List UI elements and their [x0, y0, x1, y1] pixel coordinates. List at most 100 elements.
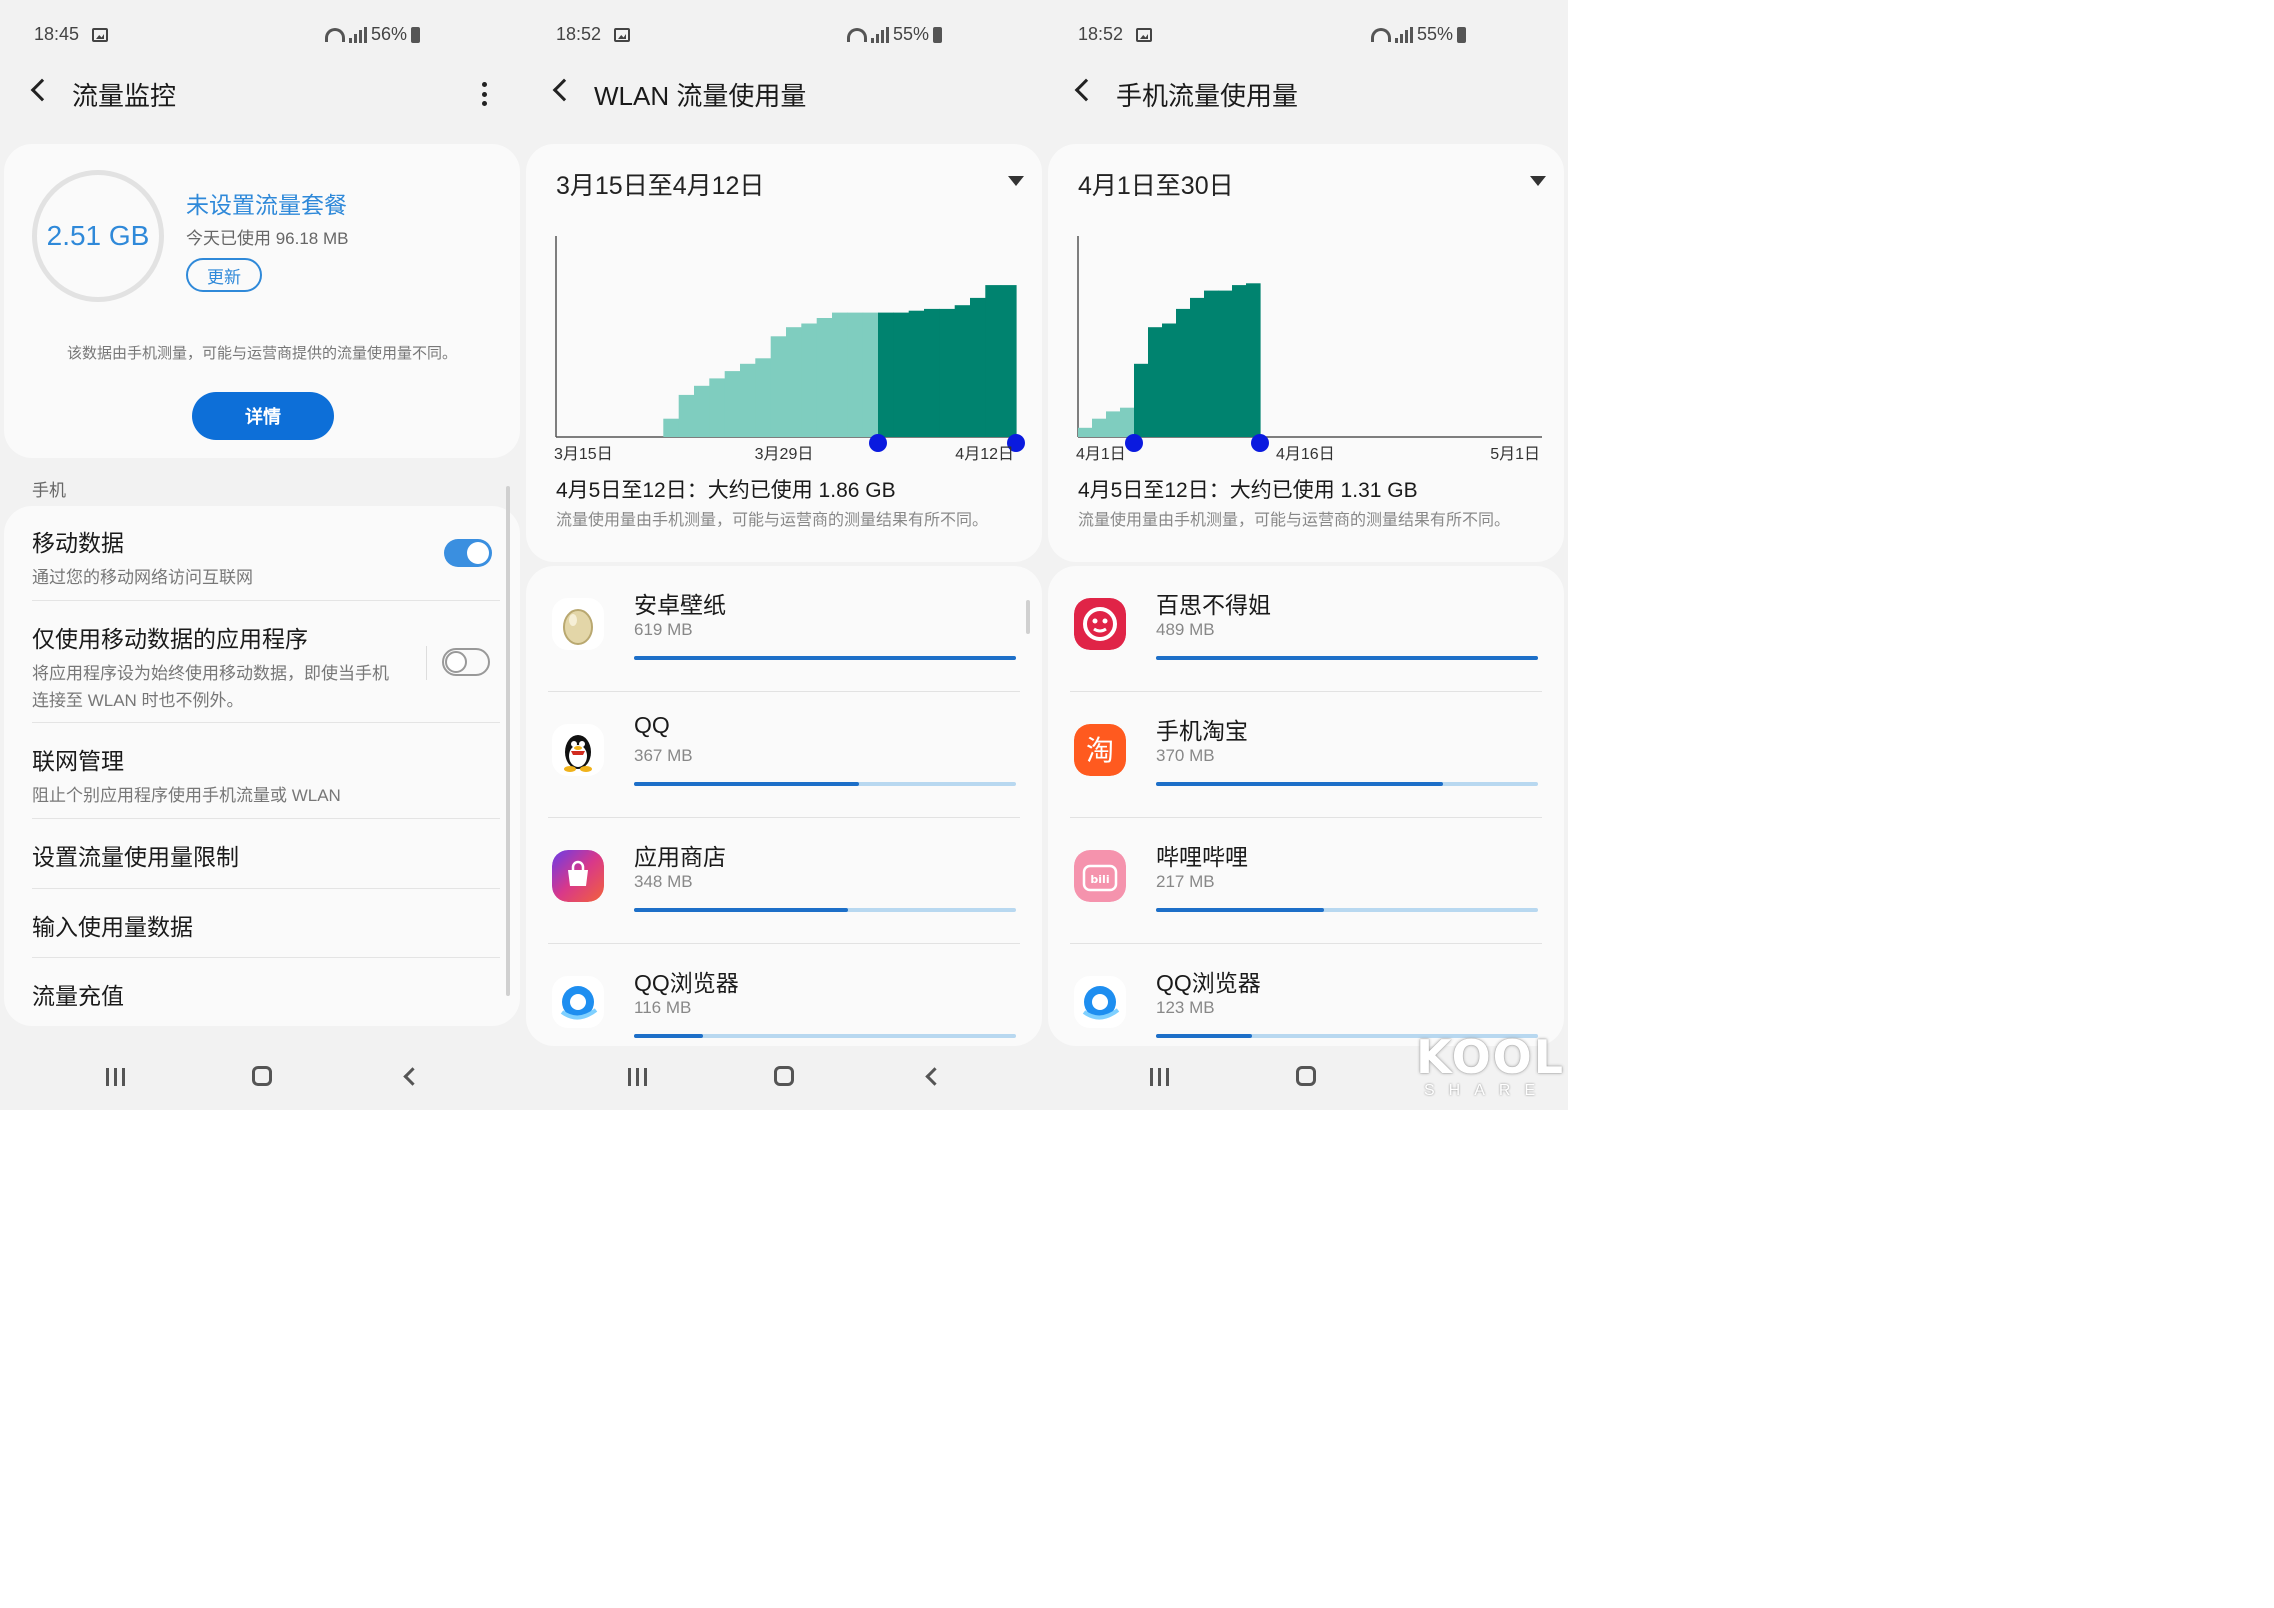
app-usage-list: 安卓壁纸 619 MB QQ 367 MB 应用商店 348 MB QQ浏览器 116 MB — [526, 566, 1042, 1046]
usage-step-bar — [1120, 407, 1135, 437]
back-icon[interactable] — [30, 78, 54, 102]
signal-icon — [870, 26, 889, 43]
data-plan-card: 2.51 GB 未设置流量套餐 今天已使用 96.18 MB 更新 该数据由手机… — [4, 144, 520, 458]
taobao-icon: 淘 — [1074, 724, 1126, 776]
usage-step-bar — [755, 358, 772, 437]
nav-back-icon[interactable] — [403, 1067, 422, 1086]
scrollbar[interactable] — [1026, 600, 1030, 634]
data-recharge-item[interactable]: 流量充值 — [32, 977, 500, 1011]
measurement-note: 该数据由手机测量，可能与运营商提供的流量使用量不同。 — [66, 345, 457, 362]
svg-text:bili: bili — [1090, 873, 1109, 886]
usage-step-bar — [878, 312, 894, 437]
usage-step-bar — [924, 308, 940, 437]
item-title: 移动数据 — [32, 530, 124, 556]
total-usage: 2.51 GB — [46, 220, 150, 251]
page-title: 流量监控 — [72, 81, 177, 111]
usage-chart-card: 4月1日至30日 4月1日 4月16日 5月1日 4月5日至12日：大约已使用 1.… — [1048, 144, 1564, 562]
usage-ring: 2.51 GB — [32, 170, 164, 302]
dropdown-arrow-icon[interactable] — [1008, 176, 1024, 186]
usage-step-bar — [939, 308, 956, 437]
baisi-icon — [1074, 598, 1126, 650]
usage-bar-fill — [634, 1034, 703, 1038]
x-tick-label: 4月1日 — [1076, 446, 1126, 463]
scrollbar[interactable] — [506, 486, 510, 996]
status-bar: 18:52 55% — [1044, 18, 1568, 54]
app-usage-row[interactable]: QQ浏览器 116 MB — [526, 944, 1042, 1046]
app-usage-row[interactable]: 淘 手机淘宝 370 MB — [1048, 692, 1564, 818]
back-icon[interactable] — [552, 78, 576, 102]
signal-icon — [348, 26, 367, 43]
usage-summary: 4月5日至12日：大约已使用 1.86 GB — [556, 479, 896, 502]
usage-step-bar — [770, 336, 787, 437]
range-handle[interactable] — [1251, 434, 1269, 452]
nav-back-icon[interactable] — [925, 1067, 944, 1086]
network-management-item[interactable]: 联网管理 阻止个别应用程序使用手机流量或 WLAN — [32, 742, 500, 809]
more-options-icon[interactable] — [482, 82, 488, 106]
wifi-icon — [1370, 27, 1391, 42]
usage-chart: 4月1日 4月16日 5月1日 — [1076, 236, 1542, 463]
battery-icon — [933, 26, 942, 43]
set-usage-limit-item[interactable]: 设置流量使用量限制 — [32, 838, 500, 872]
app-usage-row[interactable]: bili 哔哩哔哩 217 MB — [1048, 818, 1564, 944]
usage-bar-track — [1156, 908, 1538, 912]
app-usage-row[interactable]: 应用商店 348 MB — [526, 818, 1042, 944]
usage-step-bar — [1078, 427, 1093, 437]
usage-step-bar — [801, 323, 818, 437]
item-subtitle: 阻止个别应用程序使用手机流量或 WLAN — [32, 786, 341, 805]
usage-step-bar — [740, 363, 756, 437]
home-icon[interactable] — [774, 1066, 794, 1086]
usage-step-bar — [663, 418, 680, 437]
back-icon[interactable] — [1074, 78, 1098, 102]
usage-step-bar — [893, 312, 910, 437]
recents-icon[interactable] — [1150, 1068, 1169, 1086]
date-range-selector[interactable]: 4月1日至30日 — [1078, 166, 1234, 202]
item-title: 流量充值 — [32, 983, 124, 1009]
mobile-data-only-apps-item[interactable]: 仅使用移动数据的应用程序 将应用程序设为始终使用移动数据，即使当手机连接至 WL… — [32, 620, 400, 714]
status-bar: 18:45 56% — [0, 18, 522, 54]
page-title: WLAN 流量使用量 — [594, 81, 807, 111]
mobile-data-usage-screen: 18:52 55% 手机流量使用量 4月1日至30日 4月1日 4月16日 5月1日… — [1044, 0, 1568, 1110]
app-data-size: 619 MB — [634, 620, 693, 639]
home-icon[interactable] — [252, 1066, 272, 1086]
recents-icon[interactable] — [106, 1068, 125, 1086]
usage-step-bar — [1190, 297, 1205, 437]
dropdown-arrow-icon[interactable] — [1530, 176, 1546, 186]
enter-usage-data-item[interactable]: 输入使用量数据 — [32, 908, 500, 942]
mobile-data-only-apps-toggle[interactable] — [442, 648, 490, 676]
section-label-phone: 手机 — [32, 481, 66, 500]
bilibili-icon: bili — [1074, 850, 1126, 902]
usage-step-bar — [954, 305, 971, 437]
usage-bar-fill — [634, 656, 1016, 660]
recents-icon[interactable] — [628, 1068, 647, 1086]
details-button[interactable]: 详情 — [192, 392, 334, 440]
usage-chart-card: 3月15日至4月12日 3月15日 3月29日 4月12日 4月5日至12日：大约已… — [526, 144, 1042, 562]
gallery-notification-icon — [1136, 28, 1152, 42]
navigation-bar — [0, 1056, 522, 1100]
range-handle[interactable] — [1125, 434, 1143, 452]
home-icon[interactable] — [1296, 1066, 1316, 1086]
app-name: QQ — [634, 712, 670, 738]
battery-percent: 55% — [1416, 24, 1453, 44]
usage-step-bar — [847, 312, 864, 437]
plan-status-link[interactable]: 未设置流量套餐 — [186, 186, 347, 220]
app-usage-row[interactable]: 百思不得姐 489 MB — [1048, 566, 1564, 692]
usage-bar-track — [1156, 782, 1538, 786]
update-button[interactable]: 更新 — [186, 258, 262, 292]
item-title: 联网管理 — [32, 748, 124, 774]
usage-bar-fill — [1156, 1034, 1252, 1038]
mobile-data-toggle[interactable] — [444, 539, 492, 567]
mobile-data-item[interactable]: 移动数据 通过您的移动网络访问互联网 — [32, 524, 500, 591]
item-title: 设置流量使用量限制 — [32, 844, 239, 870]
usage-bar-track — [634, 1034, 1016, 1038]
app-data-size: 123 MB — [1156, 998, 1215, 1017]
usage-step-bar — [862, 312, 879, 437]
watermark-sub: SHARE — [1424, 1082, 1550, 1099]
app-usage-row[interactable]: 安卓壁纸 619 MB — [526, 566, 1042, 692]
signal-icon — [1394, 26, 1413, 43]
usage-bar-track — [1156, 656, 1538, 660]
app-name: 百思不得姐 — [1156, 592, 1271, 618]
date-range-selector[interactable]: 3月15日至4月12日 — [556, 166, 764, 202]
page-title: 手机流量使用量 — [1116, 81, 1299, 111]
app-usage-row[interactable]: QQ 367 MB — [526, 692, 1042, 818]
range-handle[interactable] — [869, 434, 887, 452]
